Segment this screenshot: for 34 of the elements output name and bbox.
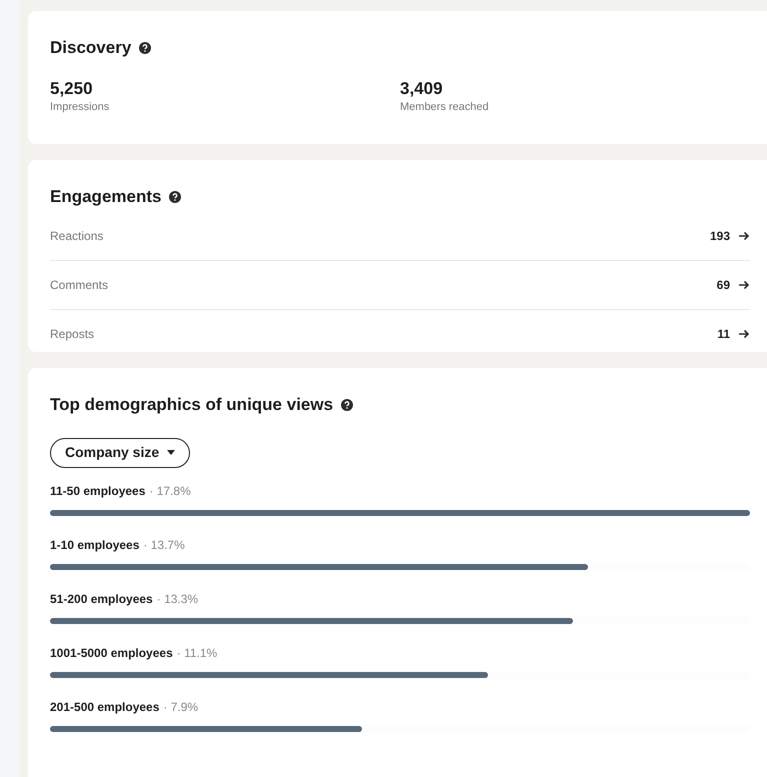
stat-value: 5,250: [50, 78, 94, 98]
help-icon[interactable]: [139, 42, 152, 54]
arrow-right-icon: [738, 329, 750, 339]
engagement-row[interactable]: Reactions 193: [50, 212, 750, 260]
help-icon[interactable]: [341, 398, 354, 411]
caret-icon: [167, 450, 176, 455]
engagement-label: Reposts: [50, 326, 94, 343]
section-title: Engagements: [50, 186, 162, 208]
engagement-count: 11: [717, 326, 730, 343]
stat-value: 3,409: [400, 78, 444, 98]
demographic-percent: · 13.7%: [143, 536, 185, 554]
demographic-label: 51-200 employees: [50, 590, 153, 608]
engagement-row[interactable]: Comments 69: [50, 260, 750, 310]
demographic-percent: · 7.9%: [163, 698, 198, 716]
demographic-label: 201-500 employees: [50, 698, 160, 716]
demographic-label: 1001-5000 employees: [50, 644, 173, 662]
stat-label: Members reached: [400, 100, 490, 114]
arrow-right-icon: [738, 230, 750, 240]
engagement-count: 193: [710, 228, 730, 244]
arrow-right-icon: [738, 280, 750, 290]
section-title: Top demographics of unique views: [50, 394, 334, 416]
engagement-label: Reactions: [50, 228, 104, 244]
help-icon[interactable]: [169, 190, 182, 203]
demographic-label: 11-50 employees: [50, 482, 146, 500]
demographic-percent: · 17.8%: [149, 482, 191, 500]
stat-label: Impressions: [50, 100, 110, 114]
demographic-percent: · 13.3%: [156, 590, 198, 608]
section-title: Discovery: [50, 37, 132, 59]
demographic-label: 1-10 employees: [50, 536, 140, 554]
engagement-count: 69: [716, 276, 730, 294]
engagement-label: Comments: [50, 276, 108, 294]
company-size-dropdown[interactable]: Company size: [50, 438, 190, 468]
engagement-row[interactable]: Reposts 11: [50, 310, 750, 358]
demographic-percent: · 11.1%: [176, 644, 218, 662]
